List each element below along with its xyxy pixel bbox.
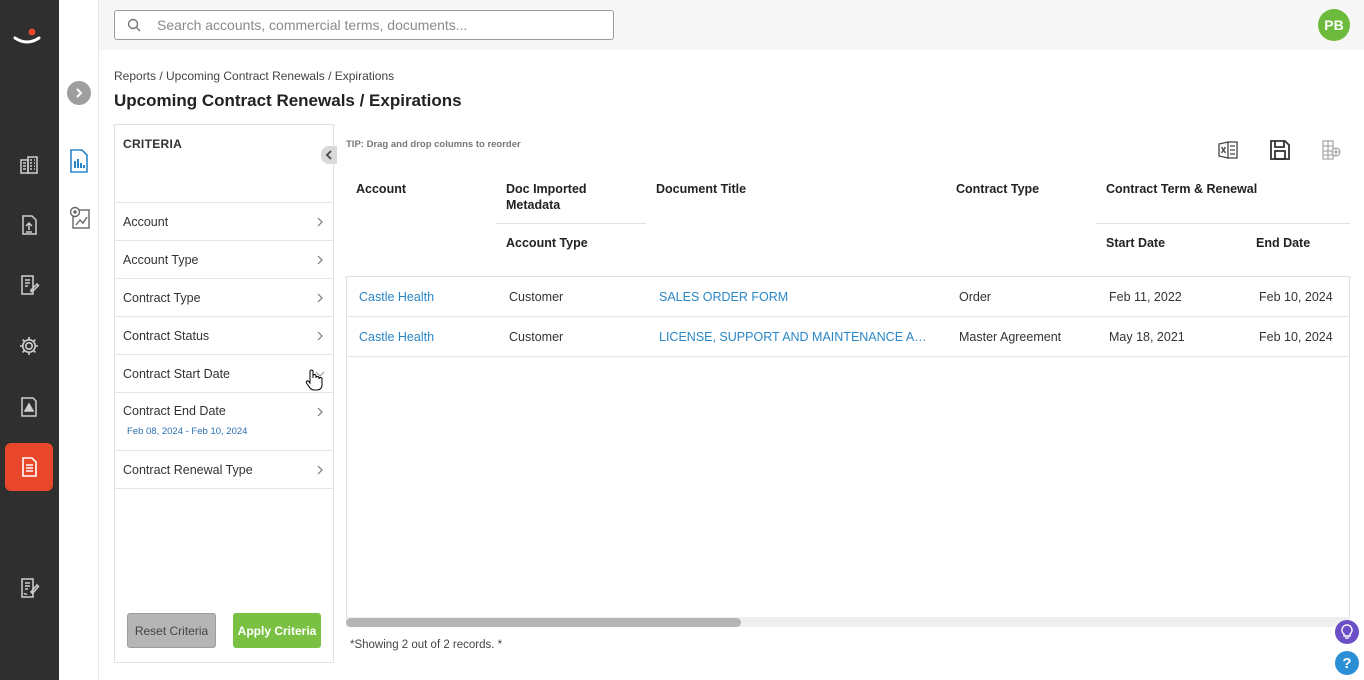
chevron-right-icon bbox=[317, 293, 323, 303]
app-logo-icon[interactable] bbox=[11, 24, 43, 52]
hand-cursor-icon bbox=[305, 368, 323, 395]
search-input[interactable]: Search accounts, commercial terms, docum… bbox=[114, 10, 614, 40]
records-count: *Showing 2 out of 2 records. * bbox=[350, 639, 503, 651]
main-sidebar bbox=[0, 0, 59, 680]
column-settings-icon[interactable] bbox=[1318, 137, 1344, 163]
search-icon bbox=[127, 18, 141, 32]
chevron-right-icon bbox=[317, 255, 323, 265]
table-row: Castle Health Customer LICENSE, SUPPORT … bbox=[347, 317, 1349, 357]
nav-upload-icon[interactable] bbox=[5, 201, 53, 249]
save-icon[interactable] bbox=[1267, 137, 1293, 163]
header-contract-term-renewal[interactable]: Contract Term & Renewal bbox=[1106, 181, 1257, 197]
criteria-item-selected-range: Feb 08, 2024 - Feb 10, 2024 bbox=[127, 426, 248, 437]
cell-contract-type: Order bbox=[959, 290, 991, 304]
expand-sidebar-button[interactable] bbox=[67, 81, 91, 105]
chevron-right-icon bbox=[317, 331, 323, 341]
export-excel-icon[interactable] bbox=[1216, 137, 1242, 163]
criteria-item-label: Contract Renewal Type bbox=[123, 462, 253, 477]
cell-account-type: Customer bbox=[509, 330, 564, 344]
cell-document-title-link[interactable]: LICENSE, SUPPORT AND MAINTENANCE AGREEME… bbox=[659, 330, 934, 344]
custom-reports-icon[interactable] bbox=[68, 205, 92, 233]
cell-contract-type: Master Agreement bbox=[959, 330, 1062, 344]
criteria-item-label: Account Type bbox=[123, 252, 199, 267]
help-button[interactable]: ? bbox=[1335, 651, 1359, 675]
top-bar: Search accounts, commercial terms, docum… bbox=[99, 0, 1364, 50]
header-divider bbox=[496, 223, 646, 224]
standard-reports-icon[interactable] bbox=[68, 148, 92, 176]
search-placeholder: Search accounts, commercial terms, docum… bbox=[157, 17, 468, 33]
chevron-right-icon bbox=[317, 465, 323, 475]
nav-accounts-icon[interactable] bbox=[5, 141, 53, 189]
cell-account-link[interactable]: Castle Health bbox=[359, 330, 434, 344]
criteria-item-account-type[interactable]: Account Type bbox=[115, 241, 333, 279]
criteria-item-contract-start-date[interactable]: Contract Start Date bbox=[115, 355, 333, 393]
chevron-right-icon bbox=[317, 217, 323, 227]
reorder-tip: TIP: Drag and drop columns to reorder bbox=[346, 139, 521, 150]
nav-settings-icon[interactable] bbox=[5, 322, 53, 370]
criteria-item-label: Contract End Date bbox=[123, 404, 226, 418]
apply-criteria-button[interactable]: Apply Criteria bbox=[233, 613, 321, 648]
nav-templates-icon[interactable] bbox=[5, 564, 53, 612]
header-start-date[interactable]: Start Date bbox=[1106, 235, 1165, 251]
cell-end-date: Feb 10, 2024 bbox=[1259, 330, 1333, 344]
scrollbar-thumb[interactable] bbox=[346, 618, 741, 627]
criteria-item-account[interactable]: Account bbox=[115, 203, 333, 241]
report-table: Account Doc Imported Metadata Account Ty… bbox=[346, 170, 1350, 628]
cell-account-type: Customer bbox=[509, 290, 564, 304]
table-row: Castle Health Customer SALES ORDER FORM … bbox=[347, 277, 1349, 317]
header-document-title[interactable]: Document Title bbox=[656, 181, 746, 197]
chevron-right-icon bbox=[317, 407, 323, 417]
reports-subnav bbox=[59, 0, 99, 680]
criteria-item-label: Account bbox=[123, 214, 169, 229]
table-body: Castle Health Customer SALES ORDER FORM … bbox=[346, 276, 1350, 628]
header-account-type[interactable]: Account Type bbox=[506, 235, 588, 251]
criteria-item-contract-status[interactable]: Contract Status bbox=[115, 317, 333, 355]
user-avatar[interactable]: PB bbox=[1318, 9, 1350, 41]
cell-document-title-link[interactable]: SALES ORDER FORM bbox=[659, 290, 934, 304]
horizontal-scrollbar[interactable] bbox=[346, 617, 1350, 627]
criteria-panel: CRITERIA Account Account Type Contract T… bbox=[114, 124, 337, 663]
cell-start-date: May 18, 2021 bbox=[1109, 330, 1185, 344]
criteria-item-contract-end-date[interactable]: Contract End Date Feb 08, 2024 - Feb 10,… bbox=[115, 393, 333, 451]
cell-end-date: Feb 10, 2024 bbox=[1259, 290, 1333, 304]
collapse-criteria-button[interactable] bbox=[321, 146, 337, 164]
header-doc-meta-line1: Doc Imported bbox=[506, 182, 587, 196]
header-doc-meta-line2: Metadata bbox=[506, 198, 561, 212]
criteria-item-contract-renewal-type[interactable]: Contract Renewal Type bbox=[115, 451, 333, 489]
header-contract-type[interactable]: Contract Type bbox=[956, 181, 1039, 197]
cell-start-date: Feb 11, 2022 bbox=[1109, 290, 1182, 304]
criteria-item-label: Contract Start Date bbox=[123, 366, 230, 381]
page-title: Upcoming Contract Renewals / Expirations bbox=[114, 91, 462, 110]
header-doc-imported-metadata[interactable]: Doc Imported Metadata bbox=[506, 181, 587, 213]
criteria-item-label: Contract Status bbox=[123, 328, 210, 343]
criteria-item-contract-type[interactable]: Contract Type bbox=[115, 279, 333, 317]
header-end-date[interactable]: End Date bbox=[1256, 235, 1310, 251]
nav-contracts-icon[interactable] bbox=[5, 261, 53, 309]
criteria-list: Account Account Type Contract Type Contr… bbox=[115, 202, 333, 489]
breadcrumb: Reports / Upcoming Contract Renewals / E… bbox=[114, 69, 395, 83]
cell-account-link[interactable]: Castle Health bbox=[359, 290, 434, 304]
criteria-heading: CRITERIA bbox=[123, 137, 183, 151]
nav-alerts-icon[interactable] bbox=[5, 383, 53, 431]
header-account[interactable]: Account bbox=[356, 181, 406, 197]
nav-reports-icon[interactable] bbox=[5, 443, 53, 491]
reset-criteria-button[interactable]: Reset Criteria bbox=[127, 613, 216, 648]
lightbulb-icon[interactable] bbox=[1335, 620, 1359, 644]
header-divider bbox=[1096, 223, 1350, 224]
criteria-item-label: Contract Type bbox=[123, 290, 201, 305]
